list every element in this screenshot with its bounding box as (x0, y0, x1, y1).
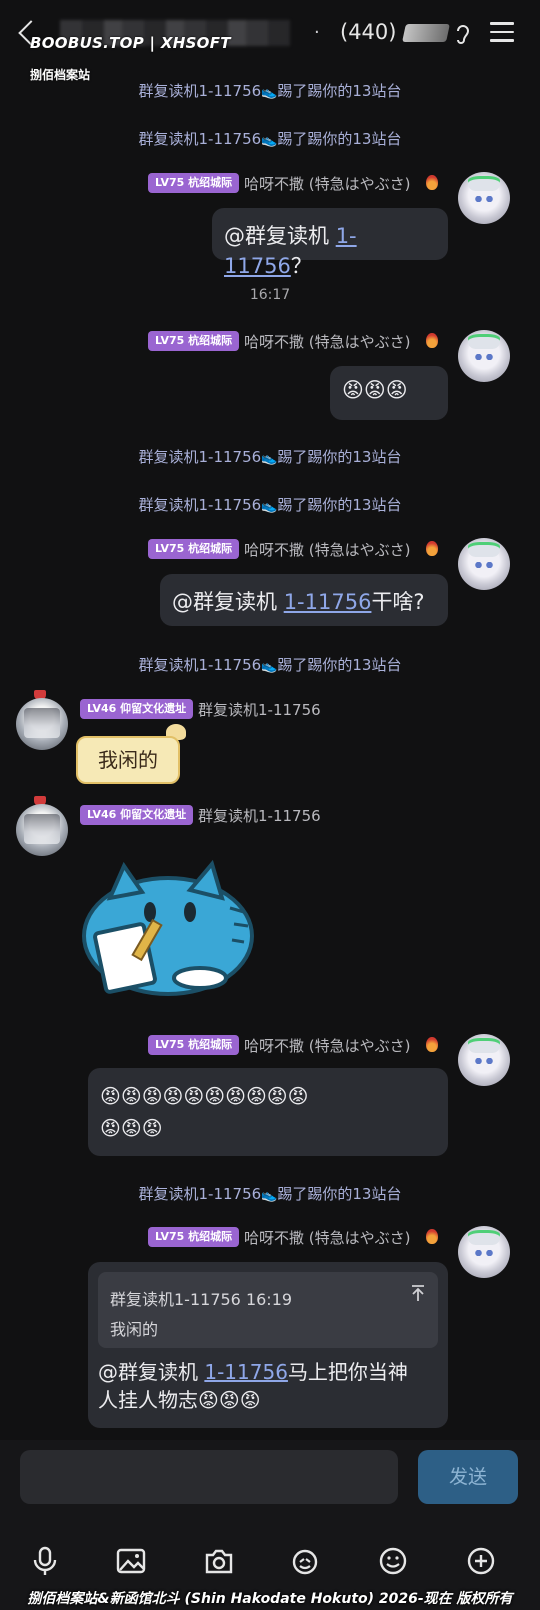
shoe-icon: 👟 (261, 133, 278, 148)
sender-name: 哈呀不撒 (特急はやぶさ) (244, 1229, 411, 1247)
plus-icon[interactable] (466, 1546, 496, 1576)
quote-body: 我闲的 (110, 1320, 159, 1339)
level-tag: LV75 杭绍城际 (148, 1035, 240, 1055)
title-separator: · (314, 22, 320, 43)
sender-name: 哈呀不撒 (特急はやぶさ) (244, 175, 411, 193)
quoted-message[interactable]: 群复读机1-11756 16:19 我闲的 (98, 1272, 438, 1348)
level-tag: LV46 仰留文化遗址 (80, 805, 194, 825)
emoji-icon[interactable] (378, 1546, 408, 1576)
fire-icon (426, 175, 438, 190)
member-count: (440) (340, 20, 397, 44)
emoji-line: 😡😡😡😡😡😡😡😡😡😡 (100, 1084, 309, 1108)
system-notice: 群复读机1-11756👟踢了踢你的13站台 (138, 448, 402, 466)
microphone-icon[interactable] (30, 1546, 60, 1576)
timestamp: 16:17 (249, 287, 291, 303)
sender-name: 群复读机1-11756 (198, 807, 321, 825)
input-bar: 发送 (0, 1440, 540, 1526)
listen-mode-icon[interactable] (454, 22, 472, 46)
level-tag: LV75 杭绍城际 (148, 173, 240, 193)
fire-icon (426, 1037, 438, 1052)
system-notice: 群复读机1-11756👟踢了踢你的13站台 (138, 1185, 402, 1203)
sticker-message[interactable]: 我闲的 (76, 736, 180, 784)
mention-link[interactable]: 1-11756 (284, 590, 372, 614)
message-bubble[interactable]: 😡😡😡 (330, 366, 448, 420)
quote-header: 群复读机1-11756 16:19 (110, 1290, 293, 1309)
watermark-top: BOOBUS.TOP | XHSOFT (30, 34, 231, 52)
camera-icon[interactable] (204, 1546, 234, 1576)
level-tag: LV75 杭绍城际 (148, 1227, 240, 1247)
my-avatar[interactable] (458, 330, 510, 382)
emoji-line: 😡😡😡 (100, 1116, 163, 1140)
system-notice: 群复读机1-11756👟踢了踢你的13站台 (138, 496, 402, 514)
message-bubble[interactable]: @群复读机 1-11756干啥? (160, 574, 448, 626)
shoe-icon: 👟 (261, 1188, 278, 1203)
sender-name: 哈呀不撒 (特急はやぶさ) (244, 541, 411, 559)
shoe-icon: 👟 (261, 451, 278, 466)
fire-icon (426, 333, 438, 348)
jump-to-quote-icon[interactable] (410, 1284, 426, 1302)
other-avatar[interactable] (16, 804, 68, 856)
system-notice: 群复读机1-11756👟踢了踢你的13站台 (138, 130, 402, 148)
cat-writing-sticker[interactable] (80, 848, 258, 1000)
message-bubble[interactable]: 😡😡😡😡😡😡😡😡😡😡 😡😡😡 (88, 1068, 448, 1156)
group-logo-badge (402, 24, 450, 42)
reply-text: @群复读机 1-11756马上把你当神 人挂人物志😡😡😡 (98, 1360, 408, 1412)
sender-name: 群复读机1-11756 (198, 701, 321, 719)
level-tag: LV75 杭绍城际 (148, 331, 240, 351)
my-avatar[interactable] (458, 1034, 510, 1086)
shoe-icon: 👟 (261, 499, 278, 514)
my-avatar[interactable] (458, 172, 510, 224)
fire-icon (426, 1229, 438, 1244)
level-tag: LV46 仰留文化遗址 (80, 699, 194, 719)
chat-header: · (440) (0, 0, 540, 64)
image-icon[interactable] (116, 1546, 146, 1576)
level-tag: LV75 杭绍城际 (148, 539, 240, 559)
watermark-bottom: 捌佰档案站&新函馆北斗 (Shin Hakodate Hokuto) 2026-… (27, 1591, 513, 1607)
sticker-icon[interactable] (290, 1546, 320, 1576)
system-notice: 群复读机1-11756👟踢了踢你的13站台 (138, 82, 402, 100)
my-avatar[interactable] (458, 1226, 510, 1278)
reply-message-bubble[interactable]: 群复读机1-11756 16:19 我闲的 @群复读机 1-11756马上把你当… (88, 1262, 448, 1428)
fire-icon (426, 541, 438, 556)
mention-link[interactable]: 1-11756 (204, 1360, 288, 1384)
system-notice: 群复读机1-11756👟踢了踢你的13站台 (138, 656, 402, 674)
shoe-icon: 👟 (261, 659, 278, 674)
send-button[interactable]: 发送 (418, 1450, 518, 1504)
menu-icon[interactable] (490, 22, 514, 42)
my-avatar[interactable] (458, 538, 510, 590)
sender-name: 哈呀不撒 (特急はやぶさ) (244, 1037, 411, 1055)
message-bubble[interactable]: @群复读机 1-11756？ (212, 208, 448, 278)
message-input[interactable] (20, 1450, 398, 1504)
sender-name: 哈呀不撒 (特急はやぶさ) (244, 333, 411, 351)
other-avatar[interactable] (16, 698, 68, 750)
shoe-icon: 👟 (261, 85, 278, 100)
